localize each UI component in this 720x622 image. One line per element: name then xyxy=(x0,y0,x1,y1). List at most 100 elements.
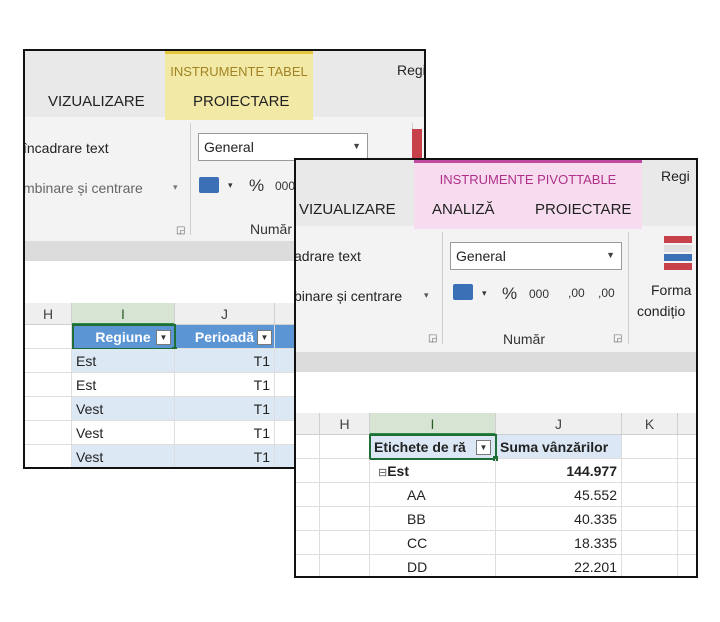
accounting-format-icon[interactable] xyxy=(453,284,473,300)
accounting-dropdown-icon[interactable]: ▾ xyxy=(228,180,233,191)
row-header-blank xyxy=(296,435,320,459)
empty-cell[interactable] xyxy=(320,531,370,555)
filter-dropdown-button[interactable]: ▼ xyxy=(257,330,272,345)
pivot-row-value[interactable]: 18.335 xyxy=(496,531,622,555)
pivot-row-value[interactable]: 40.335 xyxy=(496,507,622,531)
row-header-blank xyxy=(296,459,320,483)
row-header-blank xyxy=(25,397,72,421)
tab-proiectare[interactable]: PROIECTARE xyxy=(535,201,631,218)
comma-style-button[interactable]: 000 xyxy=(275,179,295,193)
conditional-format-icon[interactable] xyxy=(412,129,422,159)
table-row-period-cell[interactable]: T1 xyxy=(175,373,275,397)
pivot-row-value[interactable]: 45.552 xyxy=(496,483,622,507)
pivot-header-sum-sales[interactable]: Suma vânzărilor xyxy=(496,435,622,459)
table-row-region-cell[interactable]: Vest xyxy=(72,445,175,467)
dialog-launcher-icon[interactable]: ◲ xyxy=(613,333,622,344)
dialog-launcher-icon[interactable]: ◲ xyxy=(428,333,437,344)
dialog-launcher-icon[interactable]: ◲ xyxy=(176,225,185,236)
formula-bar-area xyxy=(296,352,696,372)
pivot-row-value[interactable]: 22.201 xyxy=(496,555,622,576)
context-tab-group-label: INSTRUMENTE TABEL xyxy=(170,64,308,79)
row-header-blank xyxy=(25,349,72,373)
increase-decimal-button[interactable]: ,00 xyxy=(568,286,585,300)
tab-fragment-right[interactable]: Regi xyxy=(661,168,690,184)
empty-cell[interactable] xyxy=(320,459,370,483)
table-row-period-cell[interactable]: T1 xyxy=(175,421,275,445)
table-row-period-cell[interactable]: T1 xyxy=(175,445,275,467)
row-header-blank xyxy=(296,507,320,531)
pivot-group-row-value[interactable]: 144.977 xyxy=(496,459,622,483)
row-header-blank xyxy=(25,325,72,349)
pivot-group-row-label[interactable]: ⊟Est xyxy=(370,459,496,483)
row-header-blank xyxy=(25,421,72,445)
empty-cell[interactable] xyxy=(622,507,678,531)
row-header-blank xyxy=(296,531,320,555)
wrap-text-button[interactable]: adrare text xyxy=(296,248,361,264)
empty-cell[interactable] xyxy=(320,507,370,531)
empty-cell[interactable] xyxy=(678,435,696,459)
table-row-region-cell[interactable]: Vest xyxy=(72,397,175,421)
table-header-perioada-label: Perioadă xyxy=(194,329,255,345)
empty-cell[interactable] xyxy=(622,435,678,459)
empty-cell[interactable] xyxy=(622,531,678,555)
row-header-blank xyxy=(25,445,72,467)
empty-cell[interactable] xyxy=(622,555,678,576)
merge-center-dropdown-icon[interactable]: ▾ xyxy=(424,290,429,301)
pivot-row-label[interactable]: DD xyxy=(370,555,496,576)
column-header-j[interactable]: J xyxy=(175,303,275,325)
wrap-text-button[interactable]: încadrare text xyxy=(25,140,109,156)
number-group-label: Număr xyxy=(250,221,293,237)
empty-cell[interactable] xyxy=(678,483,696,507)
table-row-region-cell[interactable]: Est xyxy=(72,349,175,373)
empty-cell[interactable] xyxy=(678,555,696,576)
tab-vizualizare[interactable]: VIZUALIZARE xyxy=(299,201,396,218)
column-header-h[interactable]: H xyxy=(320,413,370,435)
pivot-row-label[interactable]: AA xyxy=(370,483,496,507)
number-format-value: General xyxy=(456,248,506,264)
column-header-h[interactable]: H xyxy=(25,303,72,325)
table-row-period-cell[interactable]: T1 xyxy=(175,349,275,373)
tab-proiectare[interactable]: PROIECTARE xyxy=(193,93,289,110)
column-header-j[interactable]: J xyxy=(496,413,622,435)
accounting-format-icon[interactable] xyxy=(199,177,219,193)
column-header-next[interactable] xyxy=(678,413,696,435)
percent-style-button[interactable]: % xyxy=(249,176,264,196)
empty-cell[interactable] xyxy=(622,483,678,507)
chevron-down-icon: ▼ xyxy=(606,250,615,260)
empty-cell[interactable] xyxy=(320,555,370,576)
empty-cell[interactable] xyxy=(678,459,696,483)
conditional-format-label-line1[interactable]: Forma xyxy=(651,282,691,298)
collapse-minus-icon[interactable]: ⊟ xyxy=(378,467,387,479)
column-header-i[interactable]: I xyxy=(370,413,496,435)
column-header-k[interactable]: K xyxy=(622,413,678,435)
tab-fragment-right[interactable]: Regi xyxy=(397,62,424,78)
merge-center-button[interactable]: binare și centrare xyxy=(296,288,402,304)
tab-vizualizare[interactable]: VIZUALIZARE xyxy=(48,93,145,110)
merge-center-button[interactable]: mbinare și centrare xyxy=(25,180,143,196)
conditional-format-label-line2[interactable]: condițio xyxy=(637,303,685,319)
empty-cell[interactable] xyxy=(678,507,696,531)
tab-analiza[interactable]: ANALIZĂ xyxy=(432,201,495,218)
conditional-format-icon[interactable] xyxy=(664,236,692,272)
empty-cell[interactable] xyxy=(320,483,370,507)
table-row-region-cell[interactable]: Est xyxy=(72,373,175,397)
pivot-row-label[interactable]: CC xyxy=(370,531,496,555)
empty-cell[interactable] xyxy=(320,435,370,459)
decrease-decimal-button[interactable]: ,00 xyxy=(598,286,615,300)
percent-style-button[interactable]: % xyxy=(502,284,517,304)
column-header-i[interactable]: I xyxy=(72,303,175,325)
active-cell-selection xyxy=(72,324,176,350)
number-format-select[interactable]: General ▼ xyxy=(450,242,622,270)
column-header-row-number xyxy=(296,413,320,435)
table-row-period-cell[interactable]: T1 xyxy=(175,397,275,421)
group-separator xyxy=(190,123,191,235)
accounting-dropdown-icon[interactable]: ▾ xyxy=(482,288,487,299)
pivot-row-label[interactable]: BB xyxy=(370,507,496,531)
table-row-region-cell[interactable]: Vest xyxy=(72,421,175,445)
pivot-group-label-text: Est xyxy=(387,463,410,479)
empty-cell[interactable] xyxy=(678,531,696,555)
number-format-select[interactable]: General ▼ xyxy=(198,133,368,161)
merge-center-dropdown-icon[interactable]: ▾ xyxy=(173,182,178,193)
comma-style-button[interactable]: 000 xyxy=(529,287,549,301)
empty-cell[interactable] xyxy=(622,459,678,483)
